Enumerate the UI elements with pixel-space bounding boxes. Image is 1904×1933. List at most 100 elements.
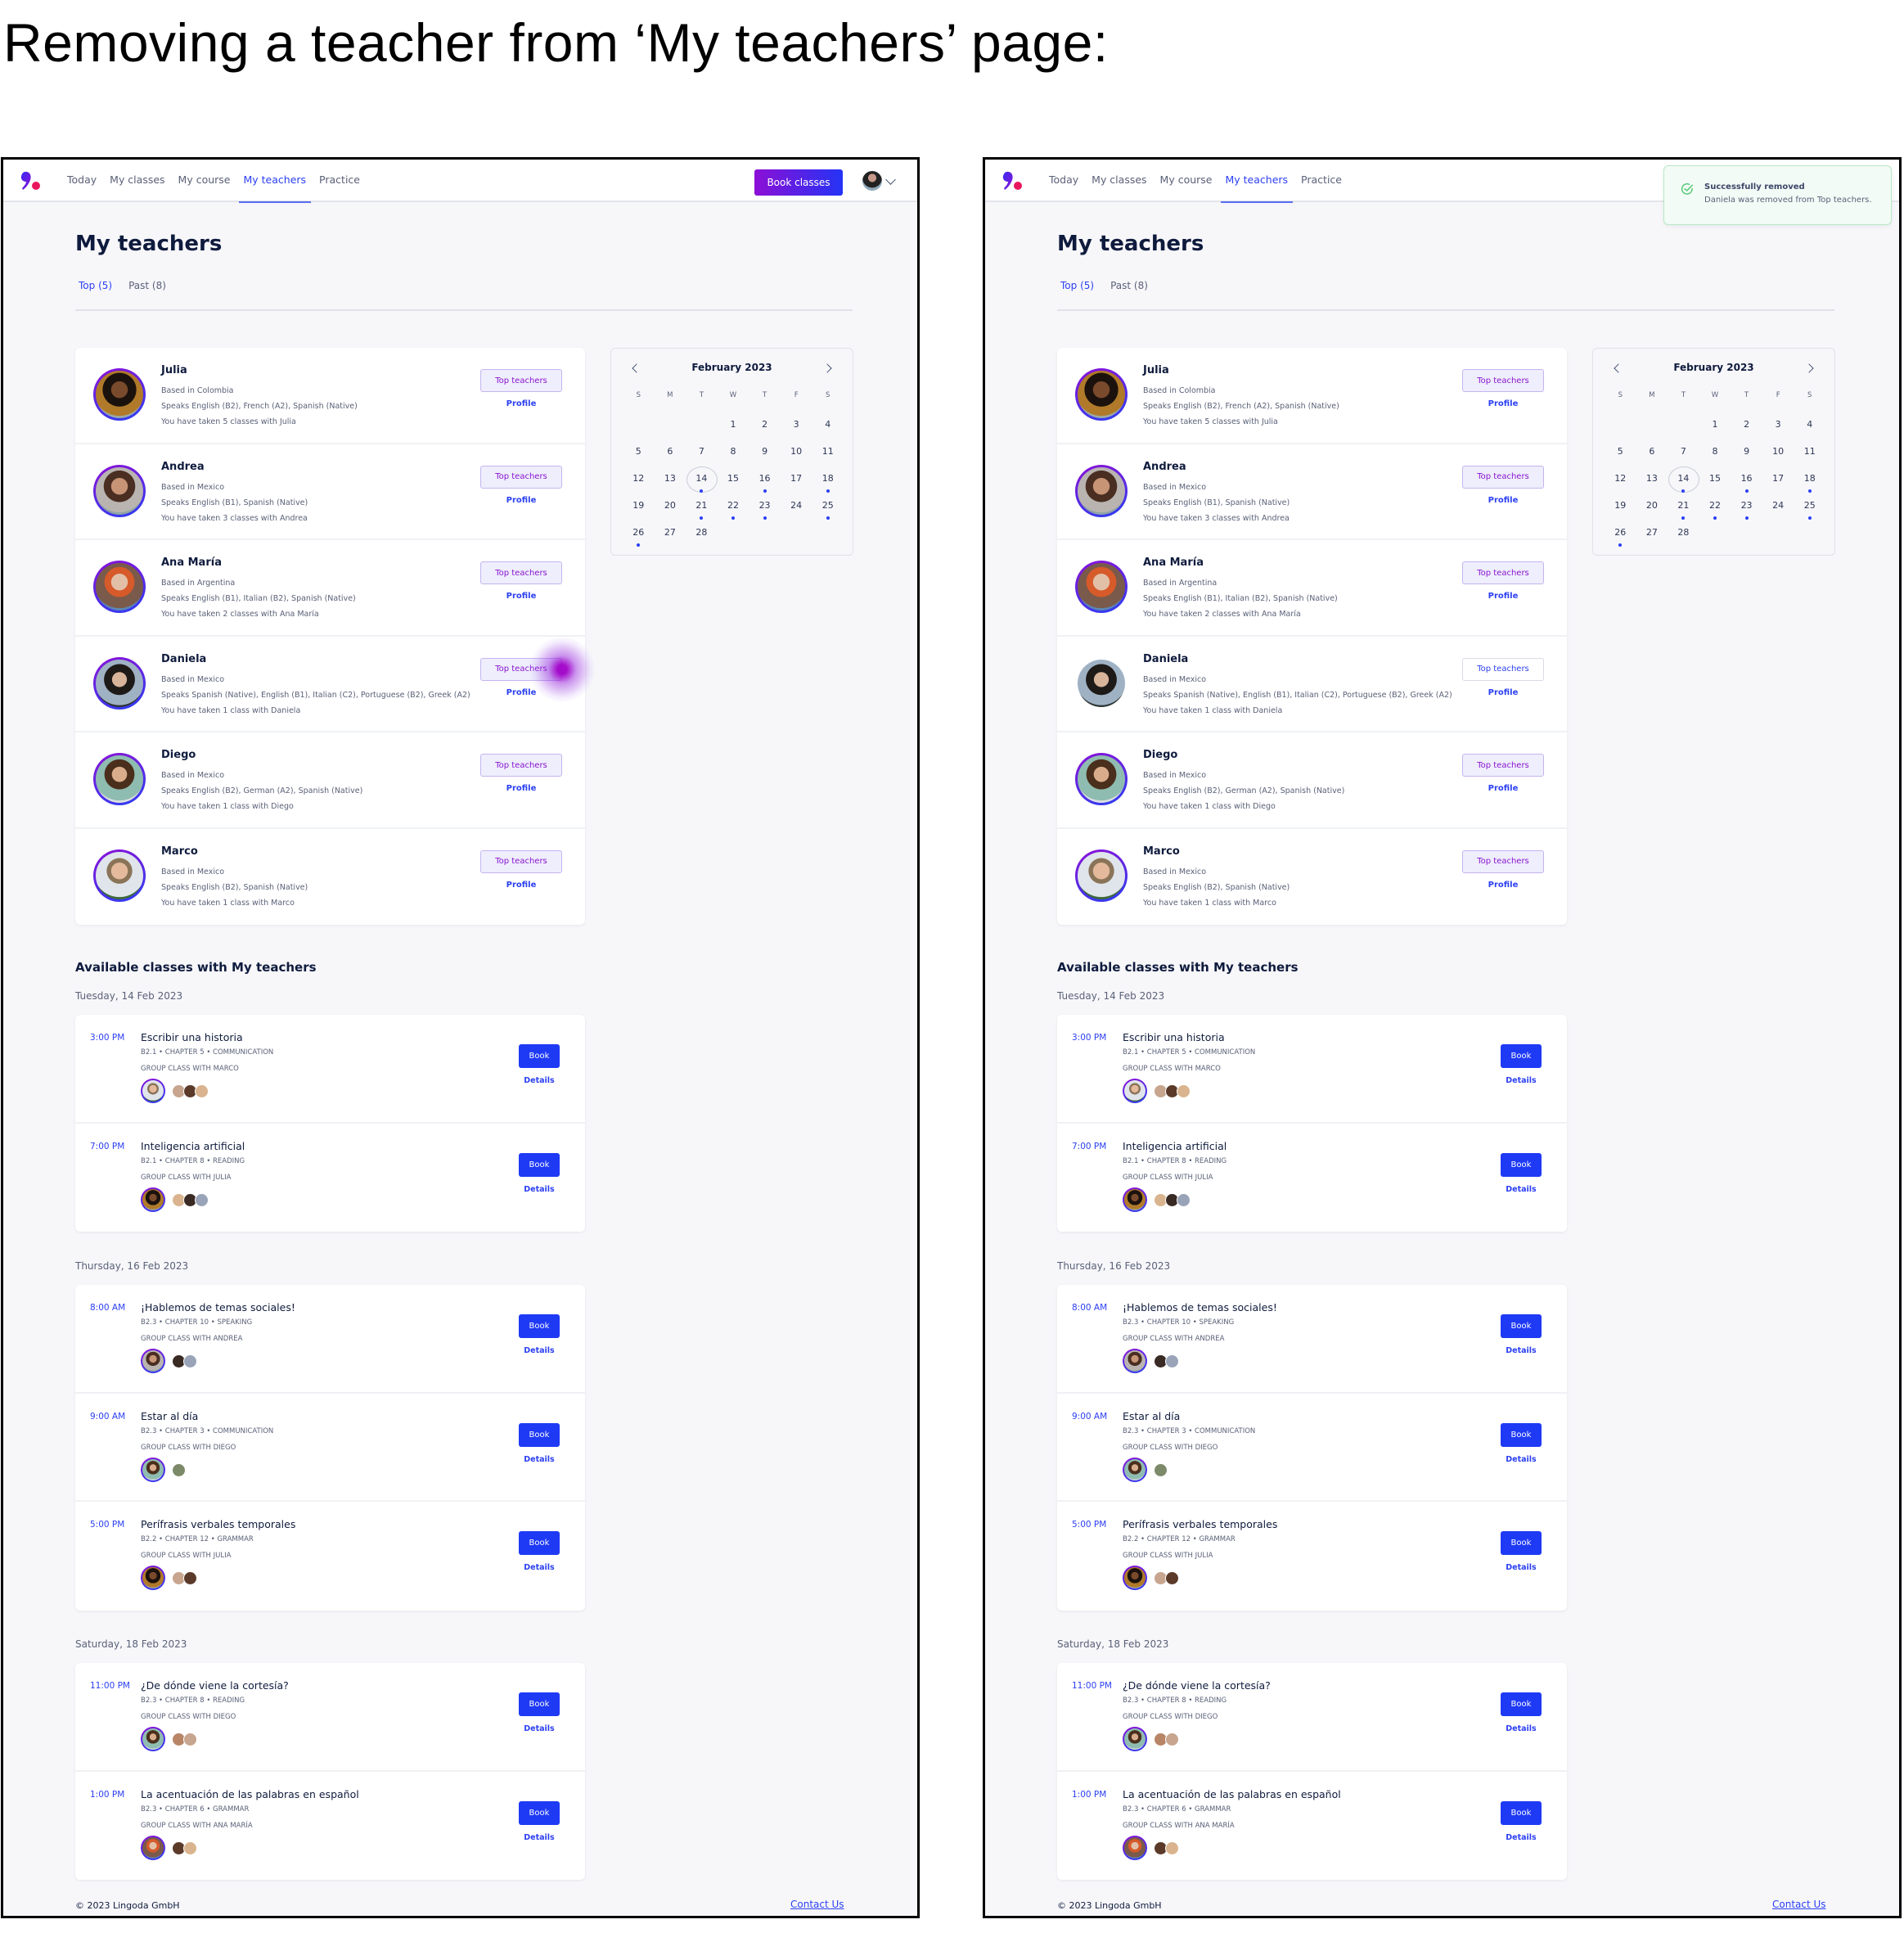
calendar-day[interactable]: 24: [781, 497, 812, 524]
top-teachers-toggle-button[interactable]: Top teachers: [480, 561, 562, 584]
teacher-avatar[interactable]: [1075, 561, 1128, 613]
calendar-day[interactable]: 5: [623, 443, 655, 470]
calendar-day[interactable]: 2: [1731, 416, 1762, 443]
top-teachers-toggle-button[interactable]: Top teachers: [1462, 369, 1544, 392]
book-button[interactable]: Book: [1501, 1422, 1542, 1447]
teacher-avatar[interactable]: [1075, 464, 1128, 517]
top-teachers-toggle-button[interactable]: Top teachers: [480, 369, 562, 392]
chevron-down-icon[interactable]: [885, 174, 896, 185]
calendar-day[interactable]: 18: [1794, 470, 1825, 497]
top-teachers-toggle-button[interactable]: Top teachers: [1462, 754, 1544, 777]
class-teacher-avatar[interactable]: [141, 1187, 165, 1212]
calendar-day[interactable]: 8: [718, 443, 749, 470]
calendar-day[interactable]: 25: [812, 497, 844, 524]
details-link[interactable]: Details: [1501, 1346, 1542, 1355]
teacher-avatar[interactable]: [1075, 753, 1128, 805]
profile-link[interactable]: Profile: [480, 784, 562, 793]
class-teacher-avatar[interactable]: [1123, 1079, 1147, 1103]
teacher-avatar[interactable]: [93, 753, 146, 805]
nav-item-my-classes[interactable]: My classes: [1085, 160, 1153, 202]
book-button[interactable]: Book: [519, 1531, 560, 1555]
calendar-day[interactable]: 4: [812, 416, 844, 443]
nav-item-my-course[interactable]: My course: [172, 160, 237, 202]
details-link[interactable]: Details: [519, 1833, 560, 1842]
calendar-day[interactable]: 16: [749, 470, 781, 497]
class-teacher-avatar[interactable]: [141, 1079, 165, 1103]
calendar-day[interactable]: 6: [655, 443, 686, 470]
calendar-day[interactable]: 11: [1794, 443, 1825, 470]
tab-top[interactable]: Top (5): [1057, 280, 1097, 291]
calendar-day[interactable]: 22: [718, 497, 749, 524]
top-teachers-toggle-button[interactable]: Top teachers: [1462, 465, 1544, 489]
class-teacher-avatar[interactable]: [141, 1349, 165, 1373]
calendar-day[interactable]: 18: [812, 470, 844, 497]
calendar-day[interactable]: 14: [1668, 466, 1699, 497]
calendar-day[interactable]: 28: [1668, 524, 1699, 551]
profile-link[interactable]: Profile: [1462, 688, 1544, 697]
user-avatar[interactable]: [862, 171, 882, 191]
profile-link[interactable]: Profile: [480, 592, 562, 601]
calendar-day[interactable]: 12: [623, 470, 655, 497]
tab-past[interactable]: Past (8): [1107, 280, 1151, 291]
calendar-day[interactable]: 5: [1605, 443, 1636, 470]
teacher-avatar[interactable]: [93, 368, 146, 421]
lingoda-logo-icon[interactable]: [20, 171, 41, 191]
calendar-day[interactable]: 23: [1731, 497, 1762, 524]
top-teachers-toggle-button[interactable]: Top teachers: [480, 754, 562, 777]
details-link[interactable]: Details: [519, 1346, 560, 1355]
details-link[interactable]: Details: [1501, 1076, 1542, 1085]
details-link[interactable]: Details: [519, 1563, 560, 1572]
class-teacher-avatar[interactable]: [1123, 1349, 1147, 1373]
profile-link[interactable]: Profile: [480, 688, 562, 697]
calendar-day[interactable]: 21: [686, 497, 718, 524]
calendar-day[interactable]: 25: [1794, 497, 1825, 524]
calendar-day[interactable]: 12: [1605, 470, 1636, 497]
profile-link[interactable]: Profile: [1462, 881, 1544, 890]
calendar-day[interactable]: 3: [781, 416, 812, 443]
calendar-day[interactable]: 24: [1762, 497, 1794, 524]
details-link[interactable]: Details: [1501, 1455, 1542, 1464]
details-link[interactable]: Details: [519, 1455, 560, 1464]
profile-link[interactable]: Profile: [1462, 784, 1544, 793]
profile-link[interactable]: Profile: [480, 496, 562, 505]
book-button[interactable]: Book: [1501, 1314, 1542, 1338]
calendar-day[interactable]: 28: [686, 524, 718, 551]
calendar-day[interactable]: 19: [623, 497, 655, 524]
details-link[interactable]: Details: [1501, 1185, 1542, 1194]
top-teachers-toggle-button[interactable]: Top teachers: [480, 657, 562, 681]
profile-link[interactable]: Profile: [1462, 592, 1544, 601]
calendar-day[interactable]: 4: [1794, 416, 1825, 443]
calendar-day[interactable]: 8: [1699, 443, 1731, 470]
book-button[interactable]: Book: [519, 1044, 560, 1068]
lingoda-logo-icon[interactable]: [1002, 171, 1023, 191]
nav-item-practice[interactable]: Practice: [1294, 160, 1348, 202]
calendar-day[interactable]: 20: [655, 497, 686, 524]
calendar-day[interactable]: 1: [1699, 416, 1731, 443]
calendar-day[interactable]: 10: [1762, 443, 1794, 470]
tab-past[interactable]: Past (8): [125, 280, 169, 291]
class-teacher-avatar[interactable]: [1123, 1727, 1147, 1751]
details-link[interactable]: Details: [1501, 1833, 1542, 1842]
nav-item-my-course[interactable]: My course: [1154, 160, 1219, 202]
contact-us-link[interactable]: Contact Us: [790, 1899, 844, 1910]
book-button[interactable]: Book: [519, 1152, 560, 1177]
class-teacher-avatar[interactable]: [1123, 1835, 1147, 1860]
class-teacher-avatar[interactable]: [1123, 1457, 1147, 1482]
book-button[interactable]: Book: [1501, 1152, 1542, 1177]
class-teacher-avatar[interactable]: [141, 1835, 165, 1860]
calendar-day[interactable]: 13: [655, 470, 686, 497]
teacher-avatar[interactable]: [1075, 657, 1128, 710]
calendar-day[interactable]: 19: [1605, 497, 1636, 524]
teacher-avatar[interactable]: [93, 849, 146, 902]
calendar-day[interactable]: 27: [655, 524, 686, 551]
contact-us-link[interactable]: Contact Us: [1772, 1899, 1826, 1910]
calendar-day[interactable]: 1: [718, 416, 749, 443]
details-link[interactable]: Details: [519, 1076, 560, 1085]
top-teachers-toggle-button[interactable]: Top teachers: [1462, 849, 1544, 873]
calendar-day[interactable]: 9: [749, 443, 781, 470]
book-classes-button[interactable]: Book classes: [754, 169, 843, 196]
calendar-day[interactable]: 17: [1762, 470, 1794, 497]
nav-item-my-classes[interactable]: My classes: [103, 160, 171, 202]
teacher-avatar[interactable]: [93, 464, 146, 517]
details-link[interactable]: Details: [1501, 1724, 1542, 1733]
